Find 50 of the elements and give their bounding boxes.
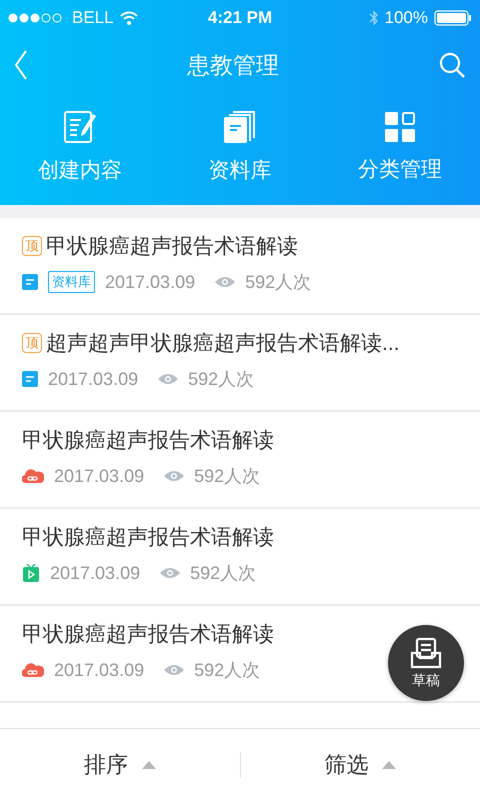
publish-date: 2017.03.09 — [48, 368, 138, 390]
pinned-badge: 顶 — [22, 333, 42, 353]
wifi-icon — [120, 11, 138, 25]
cloud-link-icon — [22, 662, 44, 678]
view-count: 592人次 — [190, 562, 256, 585]
eye-icon — [158, 373, 178, 385]
article-title: 甲状腺癌超声报告术语解读 — [22, 525, 274, 551]
publish-date: 2017.03.09 — [50, 562, 140, 584]
tv-play-icon — [22, 564, 40, 582]
view-count: 592人次 — [194, 659, 260, 682]
draft-button[interactable]: 草稿 — [388, 625, 464, 701]
page-title: 患教管理 — [187, 50, 279, 80]
publish-date: 2017.03.09 — [54, 466, 144, 486]
article-title: 甲状腺癌超声报告术语解读 — [22, 622, 274, 648]
search-button[interactable] — [438, 51, 466, 79]
article-title: 甲状腺癌超声报告术语解读 — [46, 234, 298, 260]
publish-date: 2017.03.09 — [105, 272, 196, 292]
pinned-badge: 顶 — [22, 236, 42, 256]
view-count: 592人次 — [188, 368, 254, 391]
inbox-tray-icon — [410, 636, 442, 668]
eye-icon — [160, 567, 180, 579]
article-row[interactable]: 顶 超声超声甲状腺癌超声报告术语解读... 2017.03.09 592人次 — [0, 315, 480, 412]
eye-icon — [215, 276, 236, 288]
view-count: 592人次 — [245, 271, 312, 294]
eye-icon — [164, 470, 184, 482]
category-tag: 资料库 — [48, 271, 95, 293]
caret-icon — [142, 760, 156, 768]
sort-filter-button[interactable]: 筛选 — [240, 748, 480, 780]
publish-date: 2017.03.09 — [54, 660, 144, 680]
article-row[interactable]: 甲状腺癌超声报告术语解读 2017.03.09 592人次 — [0, 509, 480, 606]
article-title: 甲状腺癌超声报告术语解读 — [22, 428, 274, 454]
grid-icon — [384, 110, 416, 142]
cloud-link-icon — [22, 468, 44, 484]
sort-filter-button[interactable]: 排序 — [0, 748, 240, 780]
caret-icon — [382, 760, 396, 768]
carrier-name: BELL — [72, 8, 114, 28]
document-icon — [22, 274, 38, 290]
battery-percent: 100% — [384, 8, 428, 28]
eye-icon — [164, 664, 184, 676]
article-row[interactable]: 甲状腺癌超声报告术语解读 2017.03.09 592人次 — [0, 412, 480, 509]
view-count: 592人次 — [194, 465, 260, 488]
article-row[interactable]: 顶 甲状腺癌超声报告术语解读 资料库 2017.03.09 592人次 — [0, 218, 480, 315]
status-time: 4:21 PM — [208, 8, 272, 28]
book-stack-icon — [223, 110, 257, 144]
bluetooth-icon — [368, 10, 379, 26]
document-icon — [22, 371, 38, 387]
article-title: 超声超声甲状腺癌超声报告术语解读... — [46, 331, 400, 357]
battery-icon — [434, 10, 472, 26]
back-button[interactable] — [14, 50, 28, 80]
edit-note-icon — [63, 110, 97, 144]
